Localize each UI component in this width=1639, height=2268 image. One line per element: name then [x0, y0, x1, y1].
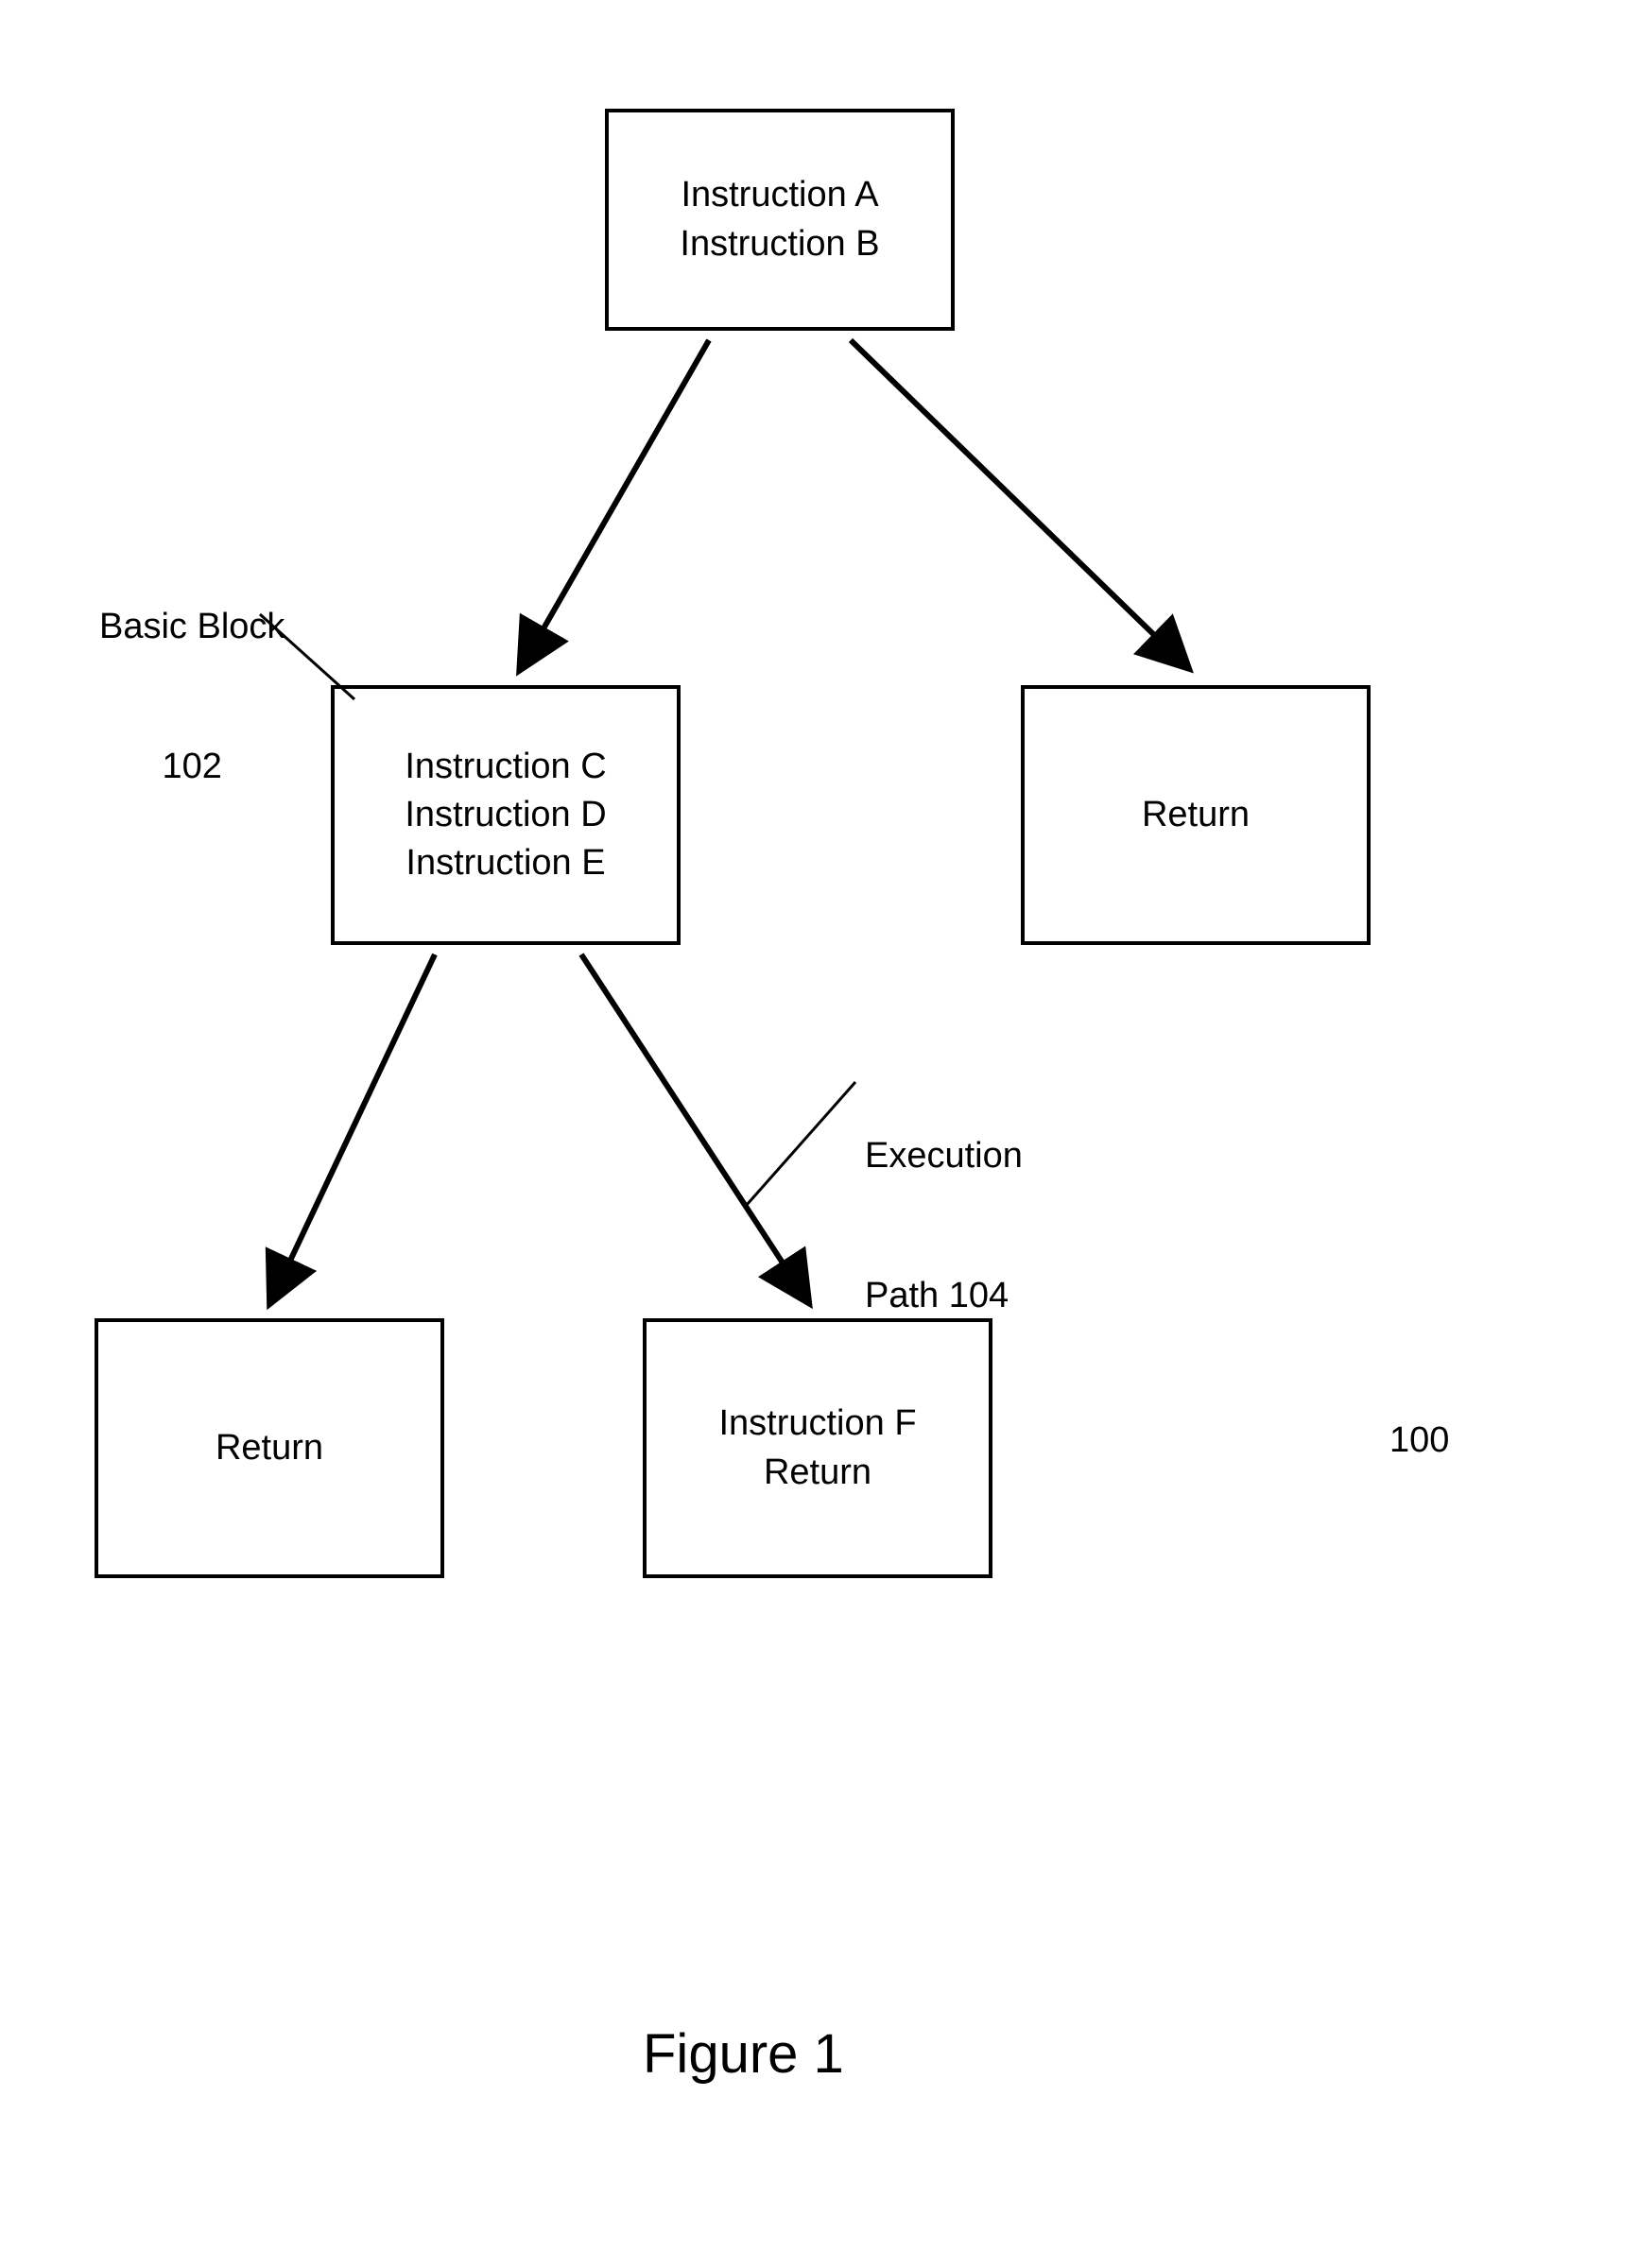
- node-text-line: Return: [764, 1449, 871, 1497]
- node-instruction-cde: Instruction C Instruction D Instruction …: [331, 685, 681, 945]
- label-line: 102: [99, 744, 285, 790]
- node-return-bottom-left: Return: [95, 1318, 444, 1578]
- node-text-line: Instruction D: [405, 791, 606, 839]
- node-text-line: Return: [216, 1424, 323, 1472]
- edge-top-to-leftmid: [525, 340, 709, 662]
- figure-ref-number: 100: [1389, 1418, 1449, 1464]
- label-basic-block: Basic Block 102: [99, 510, 285, 884]
- node-text-line: Instruction C: [405, 743, 606, 791]
- edge-leftmid-to-bottomright: [581, 954, 803, 1295]
- diagram-canvas: Instruction A Instruction B Instruction …: [0, 0, 1639, 2268]
- figure-caption: Figure 1: [643, 2022, 844, 2086]
- node-instruction-ab: Instruction A Instruction B: [605, 109, 955, 331]
- label-line: Execution: [865, 1133, 1023, 1179]
- node-text-line: Instruction E: [405, 839, 605, 887]
- node-text-line: Instruction A: [681, 171, 878, 219]
- leader-execution-path: [747, 1082, 855, 1205]
- arrows-overlay: [0, 0, 1639, 2268]
- edge-top-to-rightmid: [851, 340, 1182, 662]
- label-line: Basic Block: [99, 604, 285, 650]
- label-execution-path: Execution Path 104: [865, 1040, 1023, 1413]
- node-text-line: Instruction B: [680, 220, 879, 268]
- label-line: Path 104: [865, 1273, 1023, 1319]
- node-return-right: Return: [1021, 685, 1371, 945]
- node-text-line: Return: [1142, 791, 1250, 839]
- edge-leftmid-to-bottomleft: [274, 954, 435, 1295]
